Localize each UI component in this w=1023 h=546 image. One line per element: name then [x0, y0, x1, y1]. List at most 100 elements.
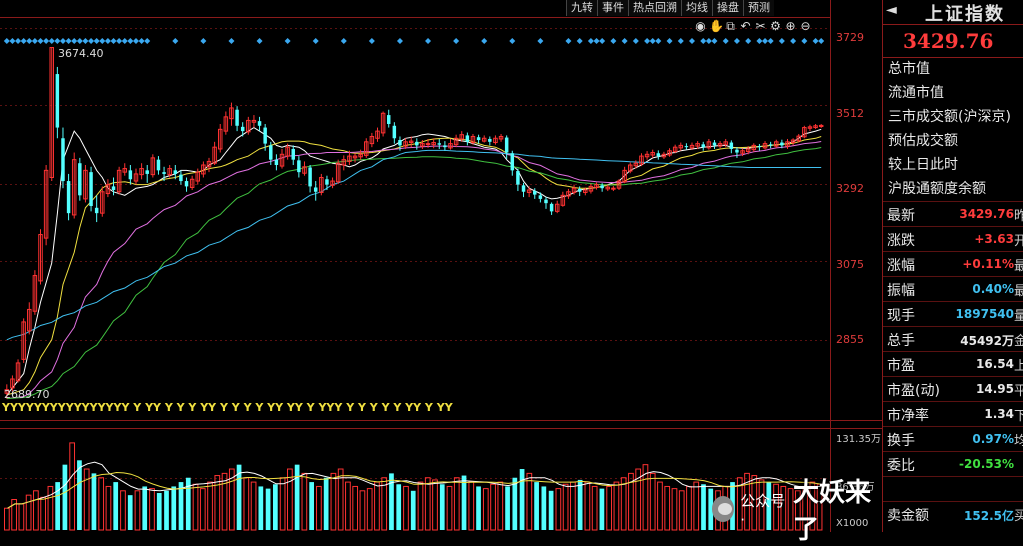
volume-bar-up [47, 485, 54, 531]
volume-bar-down [396, 484, 402, 530]
signal-diamond-marker [20, 38, 27, 44]
candle-body-up [611, 187, 616, 190]
stat-unit: 下 [1014, 409, 1023, 424]
minus-icon[interactable]: ⊖ [799, 19, 812, 33]
scissors-icon[interactable]: ✂ [754, 19, 767, 33]
stat-row: 委比 -20.53% [883, 451, 1023, 477]
settings-icon[interactable]: ⚙ [769, 19, 782, 33]
signal-diamond-marker [818, 38, 825, 44]
candle-body-down [510, 153, 515, 171]
signal-diamond-marker [812, 38, 819, 44]
stat-row: 涨幅 +0.11% 最 [883, 251, 1023, 277]
stat-value: +0.11% [962, 257, 1014, 271]
info-float-market-cap[interactable]: 流通市值 [883, 81, 1023, 105]
stat-value: 3429.76 [959, 207, 1014, 221]
kline-chart-panel[interactable]: 九转 事件 热点回溯 均线 操盘 预测 ◉ ✋ ⧉ ↶ ✂ ⚙ ⊕ ⊖ 3729… [0, 0, 882, 545]
candle-body-down [297, 160, 301, 173]
volume-bar-up [446, 485, 453, 531]
high-price-annotation: 3674.40 [58, 47, 104, 60]
stat-row: 市净率 1.34 下 [883, 401, 1023, 427]
kline-chart-svg[interactable] [0, 0, 882, 532]
volume-bar-up [316, 485, 322, 531]
volume-bar-down [323, 477, 329, 530]
eye-icon[interactable]: ◉ [694, 19, 707, 33]
candle-body-down [516, 171, 520, 185]
volume-bar-up [4, 507, 10, 531]
volume-bar-down [294, 464, 300, 530]
signal-diamond-marker [425, 38, 432, 44]
plus-icon[interactable]: ⊕ [784, 19, 797, 33]
stat-row: 现手 1897540 量 [883, 301, 1023, 327]
volume-bar-down [178, 482, 184, 530]
volume-bar-up [468, 481, 475, 531]
volume-bar-up [693, 481, 700, 531]
candle-body-down [240, 126, 245, 132]
candle-body-down [757, 146, 762, 148]
toolbar-events-button[interactable]: 事件 [597, 0, 628, 16]
toolbar-hotspot-review-button[interactable]: 热点回溯 [628, 0, 681, 16]
volume-axis-tick: 131.35万 [836, 434, 881, 445]
volume-bar-down [272, 484, 278, 530]
signal-diamond-marker [256, 38, 263, 44]
price-axis-tick: 3729 [836, 31, 864, 44]
candle-body-down [94, 207, 99, 214]
candle-body-down [111, 186, 116, 190]
signal-diamond-marker [284, 38, 291, 44]
volume-bar-up [497, 481, 504, 531]
candle-body-down [549, 203, 554, 212]
volume-bar-down [156, 492, 162, 530]
stat-unit: 上 [1014, 359, 1023, 374]
volume-bar-up [374, 481, 380, 531]
volume-bar-up [657, 481, 663, 531]
candle-body-down [179, 174, 183, 182]
candle-body-down [768, 144, 773, 146]
signal-diamond-marker [576, 38, 583, 44]
stat-label: 最新 [887, 208, 915, 224]
info-connect-quota[interactable]: 沪股通额度余额 [883, 177, 1023, 201]
volume-bar-up [366, 488, 373, 531]
undo-icon[interactable]: ↶ [739, 19, 752, 33]
copy-icon[interactable]: ⧉ [724, 19, 737, 33]
volume-bar-up [221, 472, 228, 531]
toolbar-forecast-button[interactable]: 预测 [743, 0, 774, 16]
info-estimated-turnover[interactable]: 预估成交额 [883, 129, 1023, 153]
candle-body-down [386, 115, 391, 124]
back-arrow-icon[interactable]: ◄ [886, 2, 897, 18]
stat-label: 涨跌 [887, 233, 915, 249]
stat-row: 市盈 16.54 上 [883, 351, 1023, 377]
signal-diamond-marker [228, 38, 235, 44]
candle-body-down [465, 135, 470, 142]
stat-row: 涨跌 +3.63 开 [883, 226, 1023, 252]
hand-icon[interactable]: ✋ [709, 19, 724, 33]
toolbar-trading-button[interactable]: 操盘 [712, 0, 743, 16]
volume-bar-up [686, 485, 692, 531]
volume-bar-up [453, 477, 460, 531]
volume-bar-down [439, 484, 445, 530]
candle-body-down [780, 142, 784, 146]
volume-bar-up [120, 490, 126, 531]
candle-body-down [235, 109, 239, 126]
signal-diamond-marker [801, 38, 808, 44]
toolbar-nine-turn-button[interactable]: 九转 [566, 0, 597, 16]
signal-diamond-marker [677, 38, 684, 44]
volume-bar-down [265, 488, 271, 530]
side-header: ◄ 上证指数 [883, 0, 1023, 25]
stat-label: 市盈(动) [887, 383, 940, 399]
signal-diamond-marker [396, 38, 403, 44]
volume-bar-up [620, 477, 627, 531]
signal-diamond-marker [76, 38, 83, 44]
signal-diamond-marker [762, 38, 769, 44]
info-three-markets-turnover[interactable]: 三市成交额(沪深京) [883, 105, 1023, 129]
stat-label: 市盈 [887, 358, 915, 374]
signal-diamond-marker [138, 38, 145, 44]
toolbar-ma-button[interactable]: 均线 [681, 0, 712, 16]
info-vs-yesterday[interactable]: 较上日此时 [883, 153, 1023, 177]
candle-body-down [392, 125, 397, 139]
candle-body-down [398, 140, 402, 146]
stat-unit: 买 [1014, 509, 1023, 524]
volume-bar-up [555, 488, 562, 531]
signal-diamond-marker [655, 38, 662, 44]
candle-body-down [544, 199, 548, 204]
candle-body-down [173, 170, 178, 174]
info-total-market-cap[interactable]: 总市值 [883, 57, 1023, 81]
